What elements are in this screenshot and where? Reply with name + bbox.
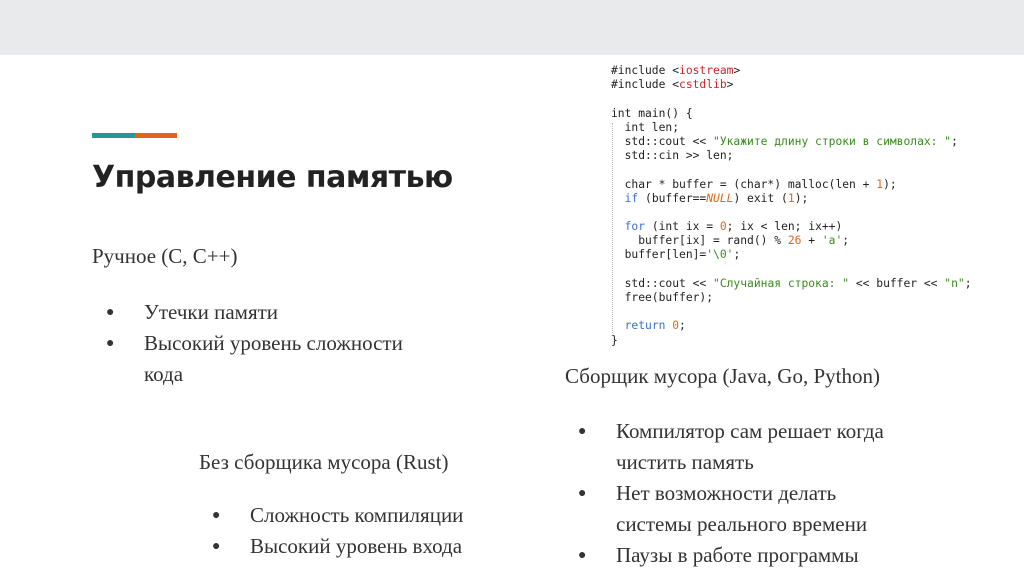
bullet-dot-icon: ● (106, 305, 115, 320)
code-line: free(buffer); (611, 291, 714, 304)
code-line: int len; (611, 120, 680, 134)
code-line: std::cin >> len; (611, 149, 734, 163)
list-item: ● Утечки памяти (92, 297, 403, 328)
code-line: } (611, 333, 618, 347)
list-item: ● Сложность компиляции (198, 500, 463, 531)
manual-heading: Ручное (C, C++) (92, 244, 238, 268)
bullet-dot-icon: ● (578, 424, 587, 439)
rust-bullet-list: ● Сложность компиляции ● Высокий уровень в… (198, 500, 463, 562)
bullet-dot-icon: ● (106, 336, 115, 351)
code-line: if (buffer==NULL) exit (1); (624, 191, 809, 205)
code-line: std::cout << "Укажите длину строки в сим… (611, 134, 958, 148)
list-item: ● Нет возможности делать (564, 478, 884, 509)
bullet-dot-icon: ● (578, 486, 587, 501)
gc-heading: Сборщик мусора (Java, Go, Python) (565, 364, 880, 388)
list-item-continuation: системы реального времени (616, 512, 868, 536)
list-item: ● Паузы в работе программы (564, 540, 884, 571)
code-line: std::cout << "Случайная строка: " << buf… (611, 276, 972, 290)
list-item-continuation: кода (144, 362, 184, 386)
bullet-dot-icon: ● (578, 548, 587, 563)
code-line: for (int ix = 0; ix < len; ix++) (624, 220, 843, 234)
code-line: int main() { (611, 106, 693, 120)
code-line: buffer[len]='\0'; (611, 248, 741, 262)
slide-title: Управление памятью (92, 160, 453, 195)
gc-bullet-list: ● Компилятор сам решает когда чистить пам… (564, 416, 884, 571)
code-line: #include <cstdlib> (611, 78, 734, 92)
accent-bar-teal (92, 133, 135, 138)
top-bar (0, 0, 1024, 55)
rust-heading: Без сборщика мусора (Rust) (199, 450, 449, 474)
code-line: #include <iostream> (611, 64, 741, 77)
list-item-continuation: чистить память (616, 450, 754, 474)
accent-bar-orange (135, 133, 177, 138)
code-snippet: #include <iostream> #include <cstdlib> int… (611, 64, 972, 348)
code-line: return 0; (624, 319, 686, 333)
bullet-dot-icon: ● (212, 539, 221, 554)
code-line: buffer[ix] = rand() % 26 + 'a'; (611, 234, 850, 248)
list-item: ● Высокий уровень сложности (92, 328, 403, 359)
code-line: char * buffer = (char*) malloc(len + 1); (611, 177, 897, 191)
list-item: ● Высокий уровень входа (198, 531, 463, 562)
list-item: ● Компилятор сам решает когда (564, 416, 884, 447)
bullet-dot-icon: ● (212, 508, 221, 523)
manual-bullet-list: ● Утечки памяти ● Высокий уровень сложност… (92, 297, 403, 390)
